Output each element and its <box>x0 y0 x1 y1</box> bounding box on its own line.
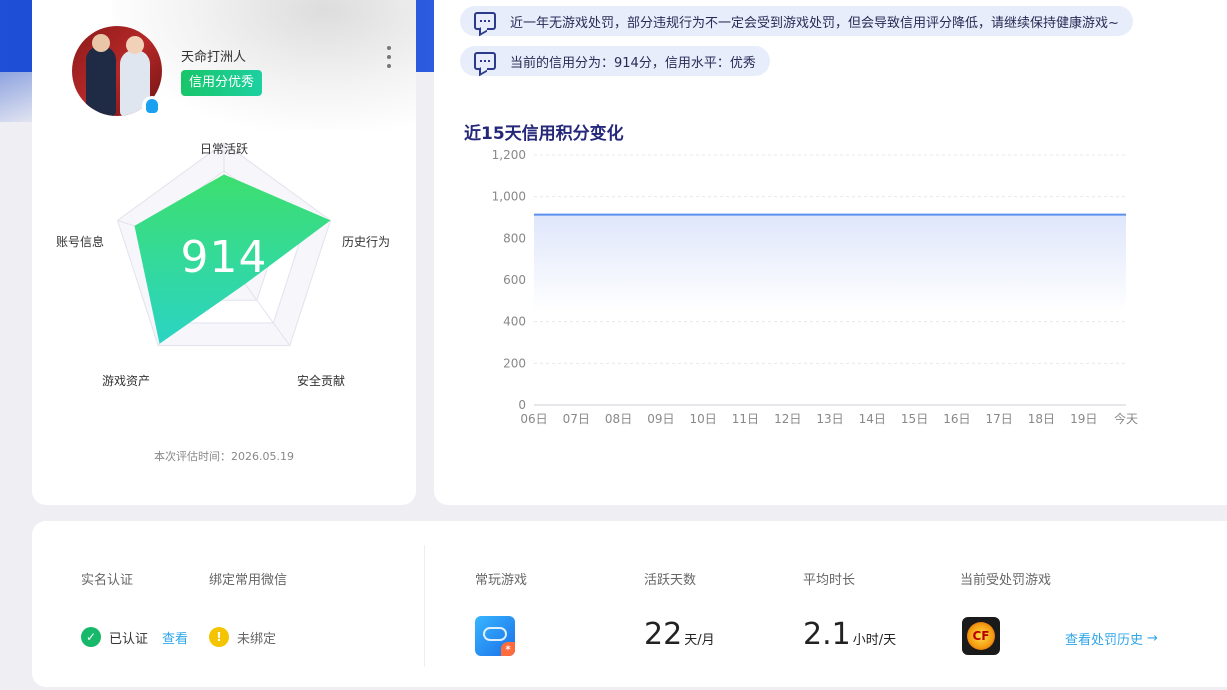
realname-label: 实名认证 <box>81 573 134 588</box>
credit-score: 914 <box>180 232 268 283</box>
history-link-text: 查看处罚历史 <box>1065 633 1144 648</box>
active-days-label: 活跃天数 <box>644 573 697 588</box>
x-tick-label: 07日 <box>563 412 590 426</box>
punished-game-label: 当前受处罚游戏 <box>960 573 1052 588</box>
user-nickname: 天命打洲人 <box>181 50 247 65</box>
credit-trend-card: 近一年无游戏处罚，部分违规行为不一定会受到游戏处罚，但会导致信用评分降低，请继续… <box>434 0 1227 505</box>
divider <box>424 545 425 667</box>
wechat-status-text: 未绑定 <box>237 631 277 647</box>
realname-status: ✓ 已认证 查看 <box>81 627 188 647</box>
view-punishment-history-link[interactable]: 查看处罚历史 → <box>1065 629 1158 648</box>
warning-icon: ! <box>209 627 229 647</box>
avg-time-value: 2.1 <box>803 617 851 652</box>
x-tick-label: 08日 <box>605 412 632 426</box>
active-days-unit: 天/月 <box>684 633 715 648</box>
avg-time-label: 平均时长 <box>803 573 856 588</box>
x-tick-label: 06日 <box>520 412 547 426</box>
x-tick-label: 14日 <box>859 412 886 426</box>
active-days: 22 天/月 <box>644 617 715 652</box>
evaluation-time: 本次评估时间：2026.05.19 <box>154 450 294 463</box>
wechat-label: 绑定常用微信 <box>209 573 288 588</box>
avatar-figure-left <box>86 46 116 116</box>
frequent-game-icon[interactable]: ✶ <box>475 616 515 656</box>
radar-label-daily-active: 日常活跃 <box>200 142 249 156</box>
x-tick-label: 15日 <box>901 412 928 426</box>
avg-time: 2.1 小时/天 <box>803 617 896 652</box>
credit-level-badge: 信用分优秀 <box>181 70 263 96</box>
x-tick-label: 今天 <box>1114 411 1138 426</box>
realname-status-text: 已认证 <box>109 631 149 647</box>
wechat-status: ! 未绑定 <box>209 627 276 647</box>
y-tick-label: 0 <box>518 398 526 412</box>
x-tick-label: 13日 <box>816 412 843 426</box>
profile-card: 天命打洲人 信用分优秀 日常活跃 历史行为 安全贡献 游戏资产 账号信息 914… <box>32 0 416 505</box>
x-tick-label: 17日 <box>986 412 1013 426</box>
check-icon: ✓ <box>81 627 101 647</box>
avg-time-unit: 小时/天 <box>852 633 897 648</box>
avatar-face-left <box>92 34 110 52</box>
x-tick-label: 09日 <box>647 412 674 426</box>
y-tick-label: 1,000 <box>492 190 526 204</box>
radar-label-security-contribution: 安全贡献 <box>297 374 346 388</box>
x-tick-label: 18日 <box>1028 412 1055 426</box>
account-stats-card: 实名认证 绑定常用微信 ✓ 已认证 查看 ! 未绑定 常玩游戏 活跃天数 平均时… <box>32 521 1227 687</box>
x-tick-label: 12日 <box>774 412 801 426</box>
x-tick-label: 16日 <box>943 412 970 426</box>
credit-trend-chart: 0 200 400 600 800 1,000 1,200 06日 07日 08日 09日 10日 1… <box>492 148 1138 426</box>
active-days-value: 22 <box>644 617 683 652</box>
y-tick-label: 200 <box>503 356 526 370</box>
badge-icon: ✶ <box>501 642 515 656</box>
x-tick-label: 10日 <box>690 412 717 426</box>
x-tick-label: 19日 <box>1070 412 1097 426</box>
radar-label-game-assets: 游戏资产 <box>102 374 151 388</box>
x-tick-label: 11日 <box>732 412 759 426</box>
punished-game-icon[interactable]: CF <box>962 617 1000 655</box>
qq-icon <box>142 96 162 116</box>
gamepad-icon <box>483 627 507 641</box>
y-tick-label: 600 <box>503 273 526 287</box>
more-options-icon[interactable] <box>384 46 394 68</box>
avatar-face-right <box>126 36 144 54</box>
frequent-game-label: 常玩游戏 <box>475 573 528 588</box>
y-tick-label: 1,200 <box>492 148 526 162</box>
y-tick-label: 800 <box>503 231 526 245</box>
y-tick-label: 400 <box>503 315 526 329</box>
area-fill <box>534 214 1126 312</box>
view-realname-link[interactable]: 查看 <box>162 628 188 647</box>
arrow-right-icon: → <box>1147 631 1158 646</box>
